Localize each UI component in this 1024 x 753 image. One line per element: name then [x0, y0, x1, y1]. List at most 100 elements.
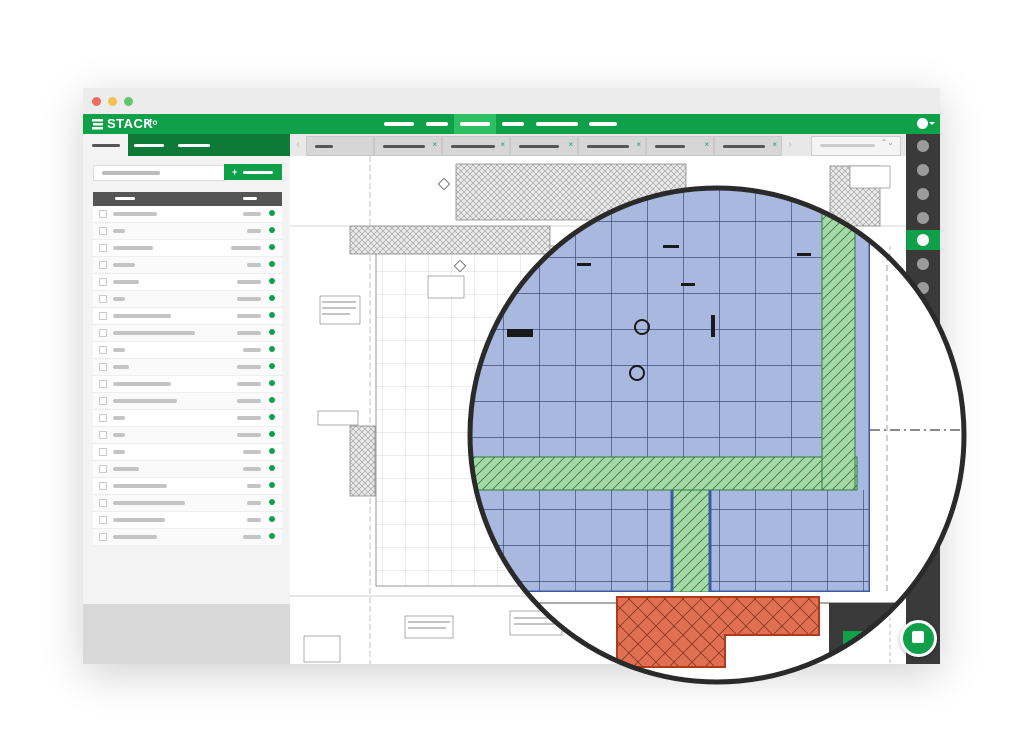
takeoff-list-item[interactable]: [93, 359, 282, 376]
page-select[interactable]: ⌃⌄: [811, 136, 901, 156]
close-icon[interactable]: ×: [772, 140, 777, 149]
takeoff-list-item[interactable]: [93, 393, 282, 410]
status-dot-icon: [269, 329, 275, 335]
row-checkbox[interactable]: [99, 312, 107, 320]
nav-item-3-active[interactable]: [454, 114, 496, 134]
row-checkbox[interactable]: [99, 244, 107, 252]
row-checkbox[interactable]: [99, 499, 107, 507]
takeoff-list-item[interactable]: [93, 444, 282, 461]
takeoff-list-item[interactable]: [93, 512, 282, 529]
user-avatar-icon[interactable]: [917, 118, 928, 129]
row-checkbox[interactable]: [99, 465, 107, 473]
nav-item-2[interactable]: [422, 114, 452, 134]
row-checkbox[interactable]: [99, 380, 107, 388]
close-icon[interactable]: ×: [432, 140, 437, 149]
search-input[interactable]: [93, 165, 225, 181]
row-quantity: [237, 399, 261, 403]
row-checkbox[interactable]: [99, 448, 107, 456]
row-name: [113, 246, 153, 250]
takeoff-list-item[interactable]: [93, 342, 282, 359]
document-tab-7[interactable]: ×: [714, 136, 782, 156]
row-checkbox[interactable]: [99, 346, 107, 354]
takeoff-list-item[interactable]: [93, 410, 282, 427]
takeoff-list-item[interactable]: [93, 478, 282, 495]
document-tab-6[interactable]: ×: [646, 136, 714, 156]
sidebar-tab-1[interactable]: [83, 134, 128, 156]
document-tab-4[interactable]: ×: [510, 136, 578, 156]
nav-item-4[interactable]: [498, 114, 528, 134]
chevron-right-icon[interactable]: ›: [784, 136, 796, 154]
row-name: [113, 280, 139, 284]
document-icon: [912, 631, 924, 643]
close-icon[interactable]: ×: [636, 140, 641, 149]
new-takeoff-button[interactable]: +: [224, 164, 282, 180]
row-quantity: [237, 416, 261, 420]
row-checkbox[interactable]: [99, 227, 107, 235]
row-checkbox[interactable]: [99, 261, 107, 269]
row-quantity: [247, 518, 261, 522]
new-button-label: [243, 170, 274, 174]
row-checkbox[interactable]: [99, 516, 107, 524]
status-dot-icon: [269, 499, 275, 505]
takeoff-list-item[interactable]: [93, 308, 282, 325]
row-checkbox[interactable]: [99, 329, 107, 337]
status-dot-icon: [269, 261, 275, 267]
sidebar-tab-3[interactable]: [175, 134, 215, 156]
close-icon[interactable]: ×: [704, 140, 709, 149]
page-select-value: [820, 144, 875, 147]
takeoff-list-item[interactable]: [93, 206, 282, 223]
status-dot-icon: [269, 448, 275, 454]
row-name: [113, 348, 125, 352]
row-checkbox[interactable]: [99, 363, 107, 371]
takeoff-list-item[interactable]: [93, 325, 282, 342]
close-icon[interactable]: ×: [500, 140, 505, 149]
row-checkbox[interactable]: [99, 397, 107, 405]
takeoff-list-item[interactable]: [93, 223, 282, 240]
takeoff-list-item[interactable]: [93, 495, 282, 512]
document-tab-3[interactable]: ×: [442, 136, 510, 156]
takeoff-list-item[interactable]: [93, 274, 282, 291]
up-down-caret-icon: ⌃⌄: [880, 138, 894, 147]
row-name: [113, 518, 165, 522]
sidebar-tabs: [83, 134, 290, 156]
chevron-left-icon[interactable]: ‹: [292, 136, 304, 154]
takeoff-list-item[interactable]: [93, 240, 282, 257]
row-checkbox[interactable]: [99, 414, 107, 422]
column-header-quantity: [243, 197, 257, 200]
rail-tool-1[interactable]: [917, 140, 929, 152]
document-tab-1[interactable]: [306, 136, 374, 156]
row-checkbox[interactable]: [99, 431, 107, 439]
takeoff-list-item[interactable]: [93, 291, 282, 308]
row-quantity: [237, 433, 261, 437]
chevron-down-icon[interactable]: [929, 122, 935, 125]
takeoff-list-item[interactable]: [93, 529, 282, 546]
row-name: [113, 314, 171, 318]
sidebar-tab-2[interactable]: [131, 134, 171, 156]
takeoff-list-item[interactable]: [93, 257, 282, 274]
row-name: [113, 229, 125, 233]
minimize-window-button[interactable]: [108, 97, 117, 106]
takeoff-list-item[interactable]: [93, 427, 282, 444]
row-checkbox[interactable]: [99, 278, 107, 286]
document-tab-5[interactable]: ×: [578, 136, 646, 156]
takeoff-list-item[interactable]: [93, 376, 282, 393]
nav-item-6[interactable]: [585, 114, 621, 134]
row-checkbox[interactable]: [99, 210, 107, 218]
row-quantity: [243, 450, 261, 454]
row-checkbox[interactable]: [99, 533, 107, 541]
status-dot-icon: [269, 465, 275, 471]
row-quantity: [231, 246, 261, 250]
rail-tool-2[interactable]: [917, 164, 929, 176]
close-icon[interactable]: ×: [568, 140, 573, 149]
takeoff-list-item[interactable]: [93, 461, 282, 478]
nav-item-5[interactable]: [532, 114, 582, 134]
maximize-window-button[interactable]: [124, 97, 133, 106]
row-name: [113, 467, 139, 471]
row-checkbox[interactable]: [99, 295, 107, 303]
close-window-button[interactable]: [92, 97, 101, 106]
document-tab-2[interactable]: ×: [374, 136, 442, 156]
status-dot-icon: [269, 210, 275, 216]
takeoff-fab-button[interactable]: [900, 620, 937, 657]
row-checkbox[interactable]: [99, 482, 107, 490]
nav-item-1[interactable]: [380, 114, 418, 134]
